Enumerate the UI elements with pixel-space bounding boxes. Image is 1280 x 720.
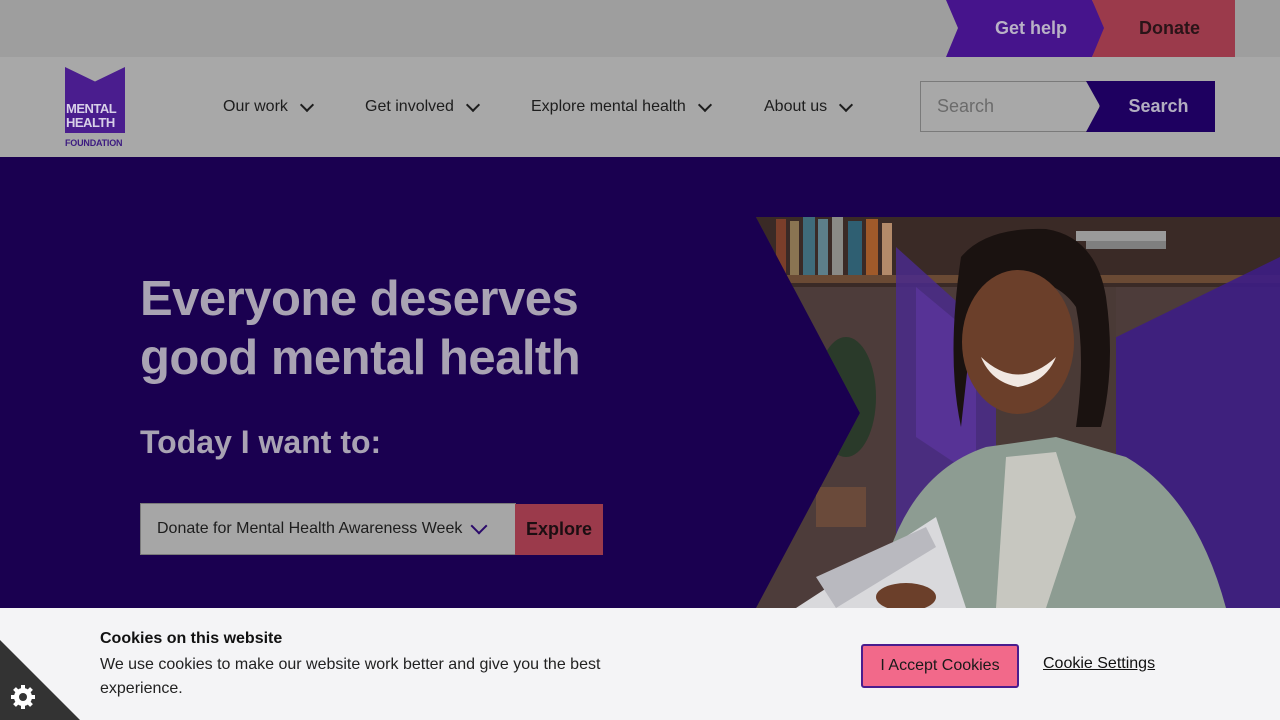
- utility-bar: Get help Donate: [0, 0, 1280, 57]
- nav-item-explore-mental-health[interactable]: Explore mental health: [531, 57, 712, 157]
- get-help-button[interactable]: Get help: [946, 0, 1106, 57]
- chevron-down-icon: [465, 97, 481, 113]
- site-logo[interactable]: MENTAL HEALTH FOUNDATION: [64, 67, 128, 149]
- chevron-down-icon: [697, 97, 712, 113]
- accept-cookies-button[interactable]: I Accept Cookies: [861, 644, 1019, 688]
- hero-title: Everyone deserves good mental health: [140, 272, 581, 385]
- hero-section: Everyone deserves good mental health Tod…: [0, 157, 1280, 608]
- logo-line-1: MENTAL: [66, 101, 117, 116]
- intent-select[interactable]: Donate for Mental Health Awareness Week: [140, 503, 516, 555]
- nav-item-label: Our work: [223, 98, 288, 115]
- chevron-down-icon: [299, 97, 314, 113]
- cookie-gear-icon: [11, 685, 35, 709]
- chevron-down-icon: [470, 517, 488, 535]
- search-input[interactable]: Search: [920, 81, 1100, 132]
- main-navigation: MENTAL HEALTH FOUNDATION Our work Get in…: [0, 57, 1280, 157]
- nav-item-label: Explore mental health: [531, 98, 686, 115]
- nav-item-our-work[interactable]: Our work: [223, 57, 314, 157]
- cookie-banner: Cookies on this website We use cookies t…: [0, 608, 1280, 720]
- donate-button[interactable]: Donate: [1092, 0, 1235, 57]
- cookie-title: Cookies on this website: [100, 630, 283, 647]
- logo-line-3: FOUNDATION: [65, 138, 123, 148]
- nav-item-label: About us: [764, 98, 828, 115]
- select-value: Donate for Mental Health Awareness Week: [157, 520, 463, 537]
- search-button[interactable]: Search: [1086, 81, 1215, 132]
- nav-item-get-involved[interactable]: Get involved: [365, 57, 481, 157]
- explore-button[interactable]: Explore: [515, 504, 603, 555]
- hero-photo: [756, 217, 1280, 608]
- nav-item-about-us[interactable]: About us: [764, 57, 854, 157]
- chevron-down-icon: [839, 97, 854, 113]
- logo-line-2: HEALTH: [66, 115, 115, 130]
- nav-item-label: Get involved: [365, 98, 454, 115]
- cookie-settings-link[interactable]: Cookie Settings: [1043, 655, 1155, 673]
- hero-subtitle: Today I want to:: [140, 424, 382, 460]
- cookie-text: We use cookies to make our website work …: [100, 656, 601, 697]
- cookie-settings-corner[interactable]: [0, 640, 80, 720]
